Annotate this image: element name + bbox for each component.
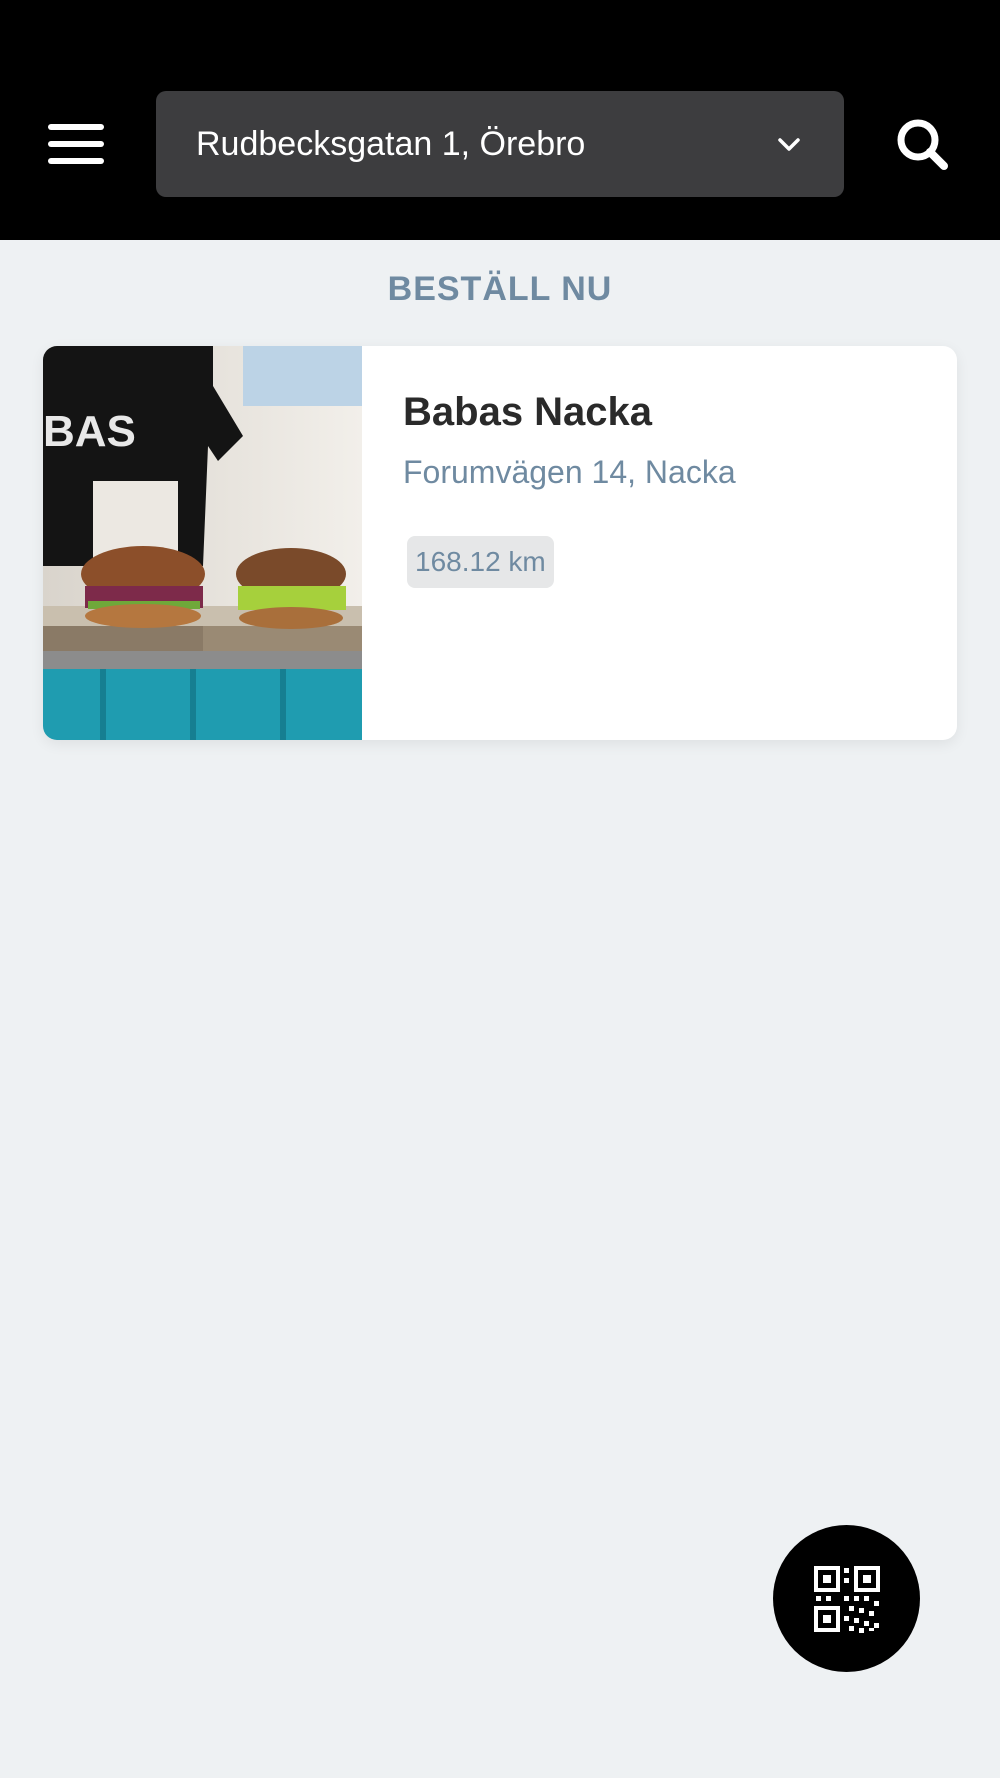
restaurant-address: Forumvägen 14, Nacka <box>403 454 736 490</box>
restaurant-photo: BAS <box>43 346 362 740</box>
restaurant-name: Babas Nacka <box>403 390 653 434</box>
address-dropdown[interactable]: Rudbecksgatan 1, Örebro <box>156 91 844 197</box>
restaurant-card[interactable]: BAS Babas Nacka Forumvägen 14, Nacka 168… <box>43 346 957 740</box>
chevron-down-icon <box>778 138 800 151</box>
hamburger-menu-icon <box>48 124 104 130</box>
qr-scan-button[interactable] <box>773 1525 920 1672</box>
shirt-text: BAS <box>43 407 136 456</box>
hamburger-menu-icon-line <box>48 158 104 164</box>
hamburger-menu-icon-line <box>48 141 104 147</box>
menu-button[interactable] <box>48 124 104 164</box>
top-bar: Rudbecksgatan 1, Örebro <box>0 0 1000 240</box>
address-value: Rudbecksgatan 1, Örebro <box>196 124 586 163</box>
qr-code-icon <box>813 1565 880 1633</box>
distance-badge: 168.12 km <box>407 536 554 588</box>
search-icon[interactable] <box>894 116 950 172</box>
section-title: BESTÄLL NU <box>387 270 613 308</box>
